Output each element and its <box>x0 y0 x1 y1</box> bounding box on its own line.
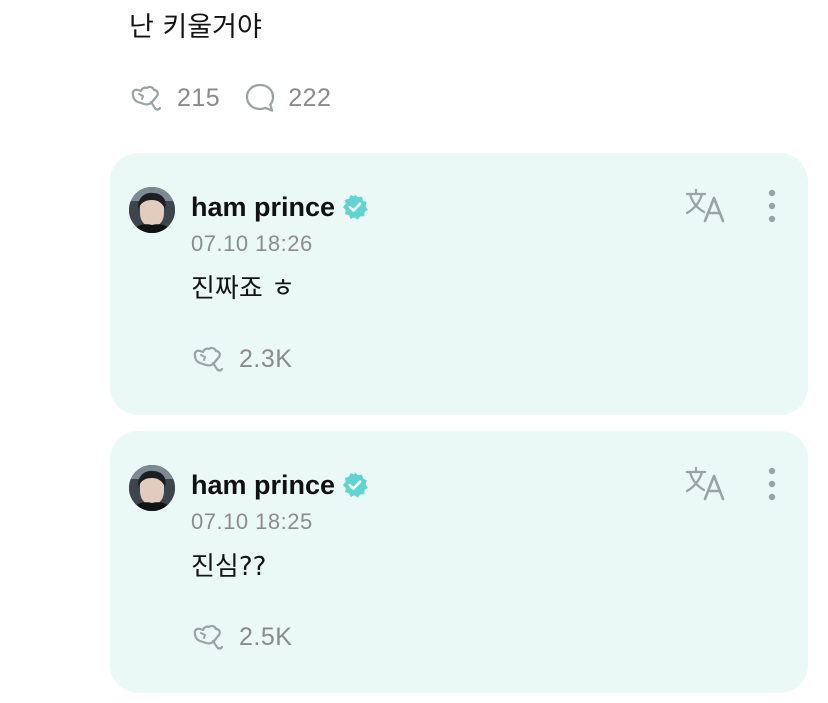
post-text: 난 키울거야 <box>129 12 262 43</box>
like-count: 215 <box>177 83 221 112</box>
author-name[interactable]: ham prince <box>191 192 335 223</box>
translate-icon <box>685 188 725 223</box>
heart-hand-icon <box>193 624 224 650</box>
reply-card: ham prince 07.10 18:26 진짜죠 ㅎ 2.3K <box>110 153 808 415</box>
more-vertical-icon <box>768 467 776 501</box>
heart-hand-icon <box>131 85 162 111</box>
reply-timestamp: 07.10 18:25 <box>191 509 313 534</box>
verified-badge-icon <box>343 472 368 498</box>
post-stats: 215 222 <box>129 80 331 116</box>
reply-like-count: 2.3K <box>239 344 293 373</box>
reply-like-button[interactable]: 2.3K <box>191 341 292 377</box>
like-button[interactable]: 215 <box>129 82 220 114</box>
reply-text: 진짜죠 ㅎ <box>191 274 295 304</box>
reply-text: 진심?? <box>191 552 267 582</box>
comment-bubble-icon <box>246 83 275 112</box>
comment-count: 222 <box>288 83 332 112</box>
more-options-button[interactable] <box>760 464 784 504</box>
reply-card: ham prince 07.10 18:25 진심?? 2.5K <box>110 431 808 693</box>
author-row: ham prince <box>191 189 369 225</box>
heart-hand-icon <box>193 346 224 372</box>
reply-timestamp: 07.10 18:26 <box>191 231 313 256</box>
translate-icon <box>685 466 725 501</box>
reply-like-button[interactable]: 2.5K <box>191 619 292 655</box>
more-options-button[interactable] <box>760 186 784 226</box>
verified-badge-icon <box>343 194 368 220</box>
translate-button[interactable] <box>684 186 728 226</box>
author-name[interactable]: ham prince <box>191 470 335 501</box>
more-vertical-icon <box>768 189 776 223</box>
translate-button[interactable] <box>684 464 728 504</box>
comment-button[interactable]: 222 <box>244 82 331 114</box>
reply-like-count: 2.5K <box>239 622 293 651</box>
avatar[interactable] <box>129 187 175 233</box>
author-row: ham prince <box>191 467 369 503</box>
avatar[interactable] <box>129 465 175 511</box>
